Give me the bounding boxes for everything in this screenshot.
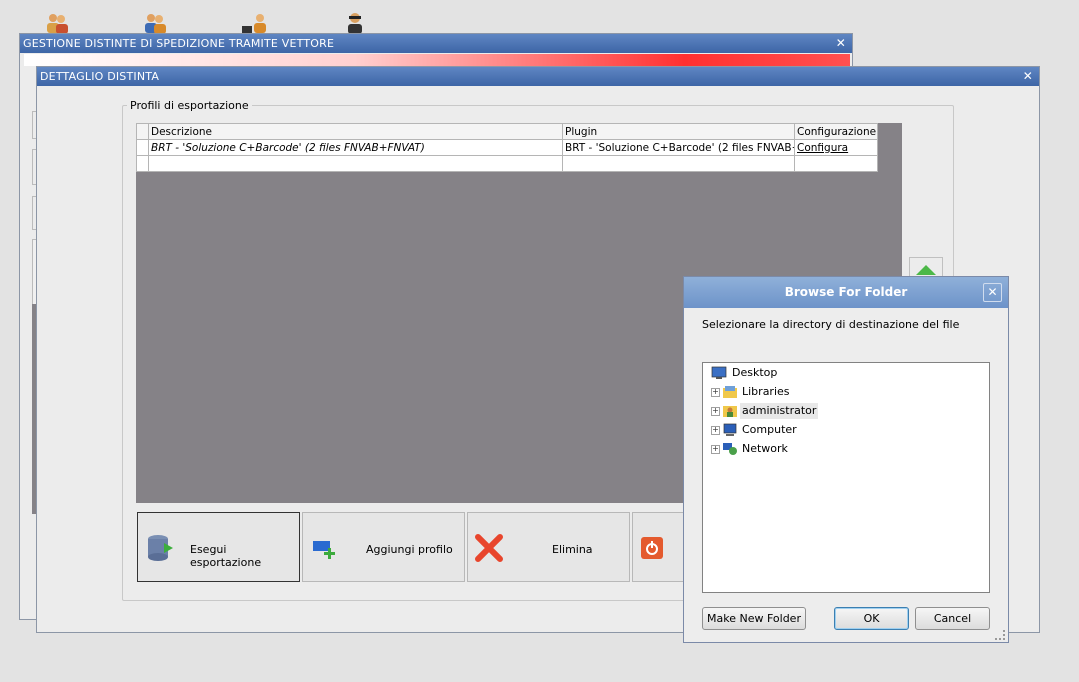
table-row[interactable]: BRT - 'Soluzione C+Barcode' (2 files FNV… [136, 139, 878, 156]
delete-x-icon [475, 534, 503, 562]
column-header-configurazione[interactable]: Configurazione [794, 123, 878, 140]
tree-item-label: administrator [740, 403, 819, 419]
back-window-banner [24, 54, 850, 66]
ok-button[interactable]: OK [834, 607, 909, 630]
expand-icon[interactable]: + [711, 445, 720, 454]
expand-icon[interactable]: + [711, 407, 720, 416]
table-header-row: Descrizione Plugin Configurazione [136, 123, 878, 140]
export-profiles-label: Profili di esportazione [127, 99, 252, 112]
libraries-icon [723, 386, 737, 398]
column-header-descrizione[interactable]: Descrizione [148, 123, 563, 140]
folder-tree[interactable]: Desktop + Libraries + administrator + Co… [702, 362, 990, 593]
back-window-titlebar[interactable]: GESTIONE DISTINTE DI SPEDIZIONE TRAMITE … [20, 34, 852, 53]
cancel-button[interactable]: Cancel [915, 607, 990, 630]
users-icon[interactable] [44, 12, 70, 34]
resize-grip-icon[interactable] [995, 630, 1005, 640]
user-folder-icon [723, 406, 737, 417]
cell-plugin[interactable] [562, 155, 795, 172]
add-profile-button[interactable]: Aggiungi profilo [302, 512, 465, 582]
row-selector-header [136, 123, 149, 140]
desktop-icon [711, 366, 727, 379]
delete-label: Elimina [552, 543, 593, 556]
cell-plugin[interactable]: BRT - 'Soluzione C+Barcode' (2 files FNV… [562, 139, 795, 156]
users-icon[interactable] [242, 12, 268, 34]
back-window-title: GESTIONE DISTINTE DI SPEDIZIONE TRAMITE … [23, 37, 335, 50]
make-new-folder-button[interactable]: Make New Folder [702, 607, 806, 630]
close-icon[interactable]: ✕ [836, 34, 846, 53]
browse-folder-dialog: Browse For Folder ✕ Selezionare la direc… [683, 276, 1009, 643]
tree-item-label: Libraries [742, 385, 790, 398]
profiles-table: Descrizione Plugin Configurazione BRT - … [136, 123, 878, 172]
power-icon [641, 537, 663, 559]
add-profile-icon [313, 541, 335, 559]
add-profile-label: Aggiungi profilo [366, 543, 453, 556]
dialog-title: Browse For Folder [784, 285, 908, 299]
tree-item-label: Network [742, 442, 788, 455]
column-header-plugin[interactable]: Plugin [562, 123, 795, 140]
tree-item-label: Desktop [732, 366, 778, 379]
dialog-titlebar[interactable]: Browse For Folder [684, 277, 1008, 308]
users-icon[interactable] [142, 12, 168, 34]
detail-window-titlebar[interactable]: DETTAGLIO DISTINTA ✕ [37, 67, 1039, 86]
detail-window-title: DETTAGLIO DISTINTA [40, 70, 160, 83]
row-selector[interactable] [136, 139, 149, 156]
close-icon[interactable]: ✕ [983, 283, 1002, 302]
table-row-new[interactable] [136, 155, 878, 172]
expand-icon[interactable]: + [711, 388, 720, 397]
row-selector[interactable] [136, 155, 149, 172]
close-icon[interactable]: ✕ [1023, 67, 1033, 86]
dialog-instruction: Selezionare la directory di destinazione… [702, 318, 960, 331]
database-export-icon [148, 535, 173, 561]
agent-icon[interactable] [344, 12, 370, 34]
configure-link[interactable]: Configura [794, 139, 878, 156]
execute-export-label: Esegui esportazione [190, 543, 262, 569]
delete-button[interactable]: Elimina [467, 512, 630, 582]
cell-configurazione[interactable] [794, 155, 878, 172]
cell-descrizione[interactable]: BRT - 'Soluzione C+Barcode' (2 files FNV… [148, 139, 563, 156]
network-icon [723, 443, 737, 455]
cell-descrizione[interactable] [148, 155, 563, 172]
expand-icon[interactable]: + [711, 426, 720, 435]
tree-item-label: Computer [742, 423, 797, 436]
computer-icon [723, 423, 737, 436]
execute-export-button[interactable]: Esegui esportazione [137, 512, 300, 582]
exit-button[interactable] [632, 512, 684, 582]
